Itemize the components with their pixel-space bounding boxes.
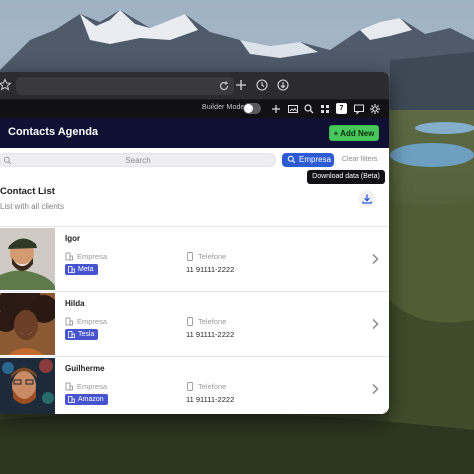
avatar (0, 293, 55, 355)
contact-row[interactable]: Hilda Empresa Tesla Telefone 11 91111-22… (0, 291, 389, 355)
search-input[interactable]: Search (0, 153, 276, 167)
image-icon[interactable] (287, 103, 299, 115)
phone-value: 11 91111-2222 (186, 395, 235, 404)
contact-name: Igor (65, 234, 81, 243)
phone-label: Telefone (198, 252, 227, 261)
history-icon[interactable] (255, 78, 269, 92)
empresa-filter-button[interactable]: Empresa (282, 153, 334, 167)
building-icon (65, 317, 73, 326)
company-name: Tesla (78, 331, 95, 338)
plus-icon[interactable] (270, 103, 282, 115)
search-icon (287, 155, 296, 164)
company-tag: Tesla (65, 329, 99, 340)
toggle-knob (244, 104, 253, 113)
company-label: Empresa (77, 317, 108, 326)
phone-label: Telefone (198, 317, 227, 326)
company-label: Empresa (77, 382, 108, 391)
company-name: Meta (78, 266, 94, 273)
contact-row[interactable]: Igor Empresa Meta Telefone 11 91111-2222 (0, 226, 389, 290)
builder-mode-label: Builder Mode (202, 104, 245, 111)
star-icon[interactable] (0, 78, 12, 92)
search-placeholder: Search (125, 156, 151, 165)
builder-toolbar: Builder Mode 7 (0, 100, 389, 118)
address-bar[interactable] (16, 77, 234, 95)
phone-label: Telefone (198, 382, 227, 391)
phone-icon (187, 252, 193, 261)
avatar (0, 228, 55, 290)
builder-mode-toggle[interactable] (243, 103, 261, 114)
company-tag: Meta (65, 264, 98, 275)
phone-value: 11 91111-2222 (186, 330, 235, 339)
phone-icon (187, 382, 193, 391)
contact-list-subtitle: List with all clients (0, 202, 65, 211)
download-tooltip: Download data (Beta) (307, 170, 385, 184)
phone-icon (187, 317, 193, 326)
download-circle-icon[interactable] (276, 78, 290, 92)
avatar (0, 358, 55, 414)
grid-icon[interactable] (319, 103, 331, 115)
company-name: Amazon (78, 396, 104, 403)
gear-icon[interactable] (369, 103, 381, 115)
reload-icon[interactable] (218, 80, 230, 92)
app-window: Builder Mode 7 Contacts Agenda + Add New… (0, 72, 389, 414)
building-icon (68, 396, 75, 403)
building-icon (65, 382, 73, 391)
company-tag: Amazon (65, 394, 108, 405)
chevron-right-icon[interactable] (370, 383, 380, 395)
chevron-right-icon[interactable] (370, 253, 380, 265)
page-title: Contacts Agenda (8, 126, 99, 138)
building-icon (65, 252, 73, 261)
building-icon (68, 266, 75, 273)
chat-icon[interactable] (353, 103, 365, 115)
contact-list-title: Contact List (0, 186, 55, 197)
plus-icon[interactable] (234, 78, 248, 92)
search-icon[interactable] (303, 103, 315, 115)
app-header: Contacts Agenda + Add New (0, 118, 389, 148)
download-icon[interactable] (358, 190, 376, 208)
phone-value: 11 91111-2222 (186, 265, 235, 274)
building-icon (68, 331, 75, 338)
empresa-filter-label: Empresa (299, 155, 332, 164)
add-new-button[interactable]: + Add New (329, 125, 379, 141)
contact-row[interactable]: Guilherme Empresa Amazon Telefone 11 911… (0, 356, 389, 414)
contact-name: Guilherme (65, 364, 105, 373)
chevron-right-icon[interactable] (370, 318, 380, 330)
clear-filters-button[interactable]: Clear filters (342, 156, 377, 163)
contact-name: Hilda (65, 299, 85, 308)
company-label: Empresa (77, 252, 108, 261)
calendar-icon[interactable]: 7 (336, 103, 347, 114)
browser-toolbar (0, 72, 389, 100)
